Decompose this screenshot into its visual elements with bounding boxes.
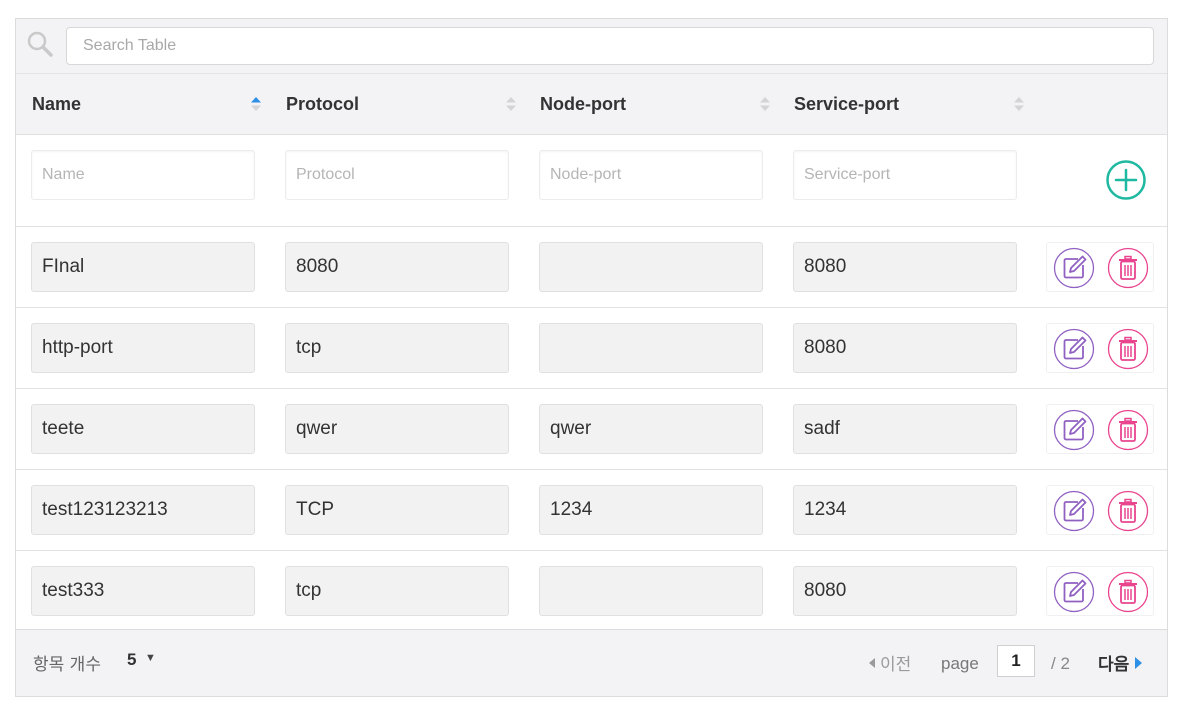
search-input[interactable]	[66, 27, 1154, 65]
name-cell[interactable]	[31, 242, 255, 292]
edit-icon[interactable]	[1053, 571, 1095, 613]
plus-circle-icon[interactable]	[1105, 159, 1147, 201]
service-port-cell[interactable]	[793, 242, 1017, 292]
add-row	[16, 135, 1167, 227]
protocol-field[interactable]	[285, 150, 509, 200]
protocol-cell[interactable]	[285, 566, 509, 616]
caret-right-icon	[1135, 656, 1143, 669]
search-bar	[16, 19, 1167, 74]
page-number-input[interactable]: 1	[997, 645, 1035, 677]
row-actions	[1046, 404, 1154, 454]
column-label: Node-port	[540, 93, 626, 114]
name-cell[interactable]	[31, 566, 255, 616]
table-row	[16, 389, 1167, 470]
protocol-cell[interactable]	[285, 323, 509, 373]
table-row	[16, 551, 1167, 632]
column-header-service-port[interactable]: Service-port	[794, 74, 899, 134]
caret-down-icon[interactable]: ▼	[145, 652, 156, 664]
protocol-cell[interactable]	[285, 242, 509, 292]
column-label: Protocol	[286, 93, 360, 114]
table-row	[16, 308, 1167, 389]
next-label: 다음	[1098, 655, 1130, 675]
sort-icon[interactable]	[505, 96, 517, 112]
protocol-cell[interactable]	[285, 485, 509, 535]
service-port-field[interactable]	[793, 150, 1017, 200]
service-port-cell[interactable]	[793, 566, 1017, 616]
trash-icon[interactable]	[1107, 490, 1149, 532]
column-header-node-port[interactable]: Node-port	[540, 74, 626, 134]
node-port-cell[interactable]	[539, 404, 763, 454]
edit-icon[interactable]	[1053, 247, 1095, 289]
prev-button[interactable]: 이전	[869, 650, 911, 675]
service-port-cell[interactable]	[793, 404, 1017, 454]
name-cell[interactable]	[31, 485, 255, 535]
protocol-cell[interactable]	[285, 404, 509, 454]
page-size-label: 항목 개수	[33, 655, 101, 675]
service-port-cell[interactable]	[793, 323, 1017, 373]
name-cell[interactable]	[31, 323, 255, 373]
name-cell[interactable]	[31, 404, 255, 454]
edit-icon[interactable]	[1053, 409, 1095, 451]
caret-left-icon	[869, 657, 875, 668]
trash-icon[interactable]	[1107, 409, 1149, 451]
page-size-select[interactable]: 5	[127, 650, 136, 670]
trash-icon[interactable]	[1107, 328, 1149, 370]
trash-icon[interactable]	[1107, 247, 1149, 289]
next-button[interactable]: 다음	[1098, 650, 1143, 675]
row-actions	[1046, 485, 1154, 535]
row-actions	[1046, 242, 1154, 292]
sort-icon[interactable]	[759, 96, 771, 112]
search-icon	[27, 31, 53, 57]
table-header: Name Protocol Node-port Service-port	[16, 74, 1167, 135]
table-footer: 항목 개수 5 ▼ 이전 page 1 / 2 다음	[16, 629, 1167, 696]
trash-icon[interactable]	[1107, 571, 1149, 613]
node-port-cell[interactable]	[539, 242, 763, 292]
sort-ascending-icon[interactable]	[250, 96, 262, 112]
column-label: Service-port	[794, 93, 900, 114]
table-row	[16, 470, 1167, 551]
page-total: / 2	[1051, 654, 1070, 673]
column-header-name[interactable]: Name	[32, 74, 81, 134]
port-table: Name Protocol Node-port Service-port	[15, 18, 1168, 697]
prev-label: 이전	[880, 655, 912, 675]
page-label: page	[941, 654, 979, 673]
column-label: Name	[32, 93, 82, 114]
row-actions	[1046, 323, 1154, 373]
name-field[interactable]	[31, 150, 255, 200]
node-port-cell[interactable]	[539, 323, 763, 373]
service-port-cell[interactable]	[793, 485, 1017, 535]
node-port-cell[interactable]	[539, 485, 763, 535]
column-header-protocol[interactable]: Protocol	[286, 74, 359, 134]
node-port-cell[interactable]	[539, 566, 763, 616]
row-actions	[1046, 566, 1154, 616]
table-row	[16, 227, 1167, 308]
edit-icon[interactable]	[1053, 328, 1095, 370]
edit-icon[interactable]	[1053, 490, 1095, 532]
node-port-field[interactable]	[539, 150, 763, 200]
sort-icon[interactable]	[1013, 96, 1025, 112]
